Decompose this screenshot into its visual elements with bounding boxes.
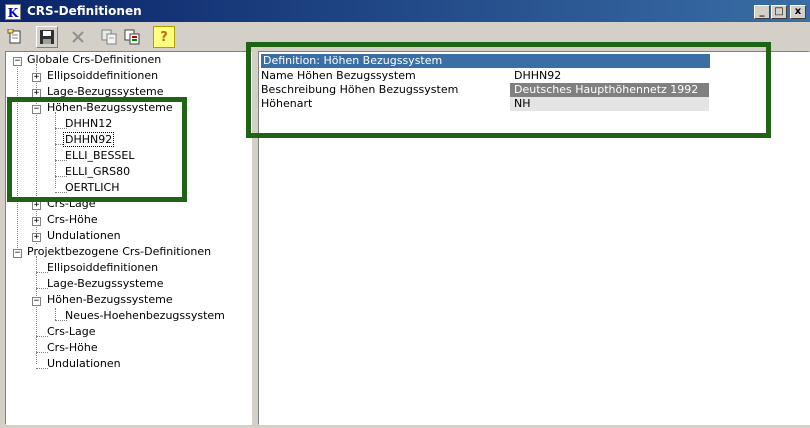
close-button[interactable]: x [790, 5, 806, 19]
tree-node-project-lage-bezugssysteme[interactable]: Lage-Bezugssysteme [46, 277, 165, 290]
tree-node-neues-hoehenbezugssystem[interactable]: Neues-Hoehenbezugssystem [64, 309, 226, 322]
new-icon [7, 29, 21, 44]
tree-node-project-crs-lage[interactable]: Crs-Lage [46, 325, 97, 338]
expand-icon[interactable]: + [32, 217, 41, 226]
collapse-icon[interactable]: − [13, 57, 22, 66]
help-button[interactable]: ? [153, 26, 175, 48]
expand-icon[interactable]: + [32, 73, 41, 82]
copy-icon [101, 29, 117, 45]
tree-node-project-ellipsoiddefinitionen[interactable]: Ellipsoiddefinitionen [46, 261, 159, 274]
tree-node-project-crs-hoehe[interactable]: Crs-Höhe [46, 341, 99, 354]
tree-node-project-undulationen[interactable]: Undulationen [46, 357, 122, 370]
tree-node-undulationen[interactable]: Undulationen [46, 229, 122, 242]
paste-button[interactable] [121, 26, 143, 48]
copy-button[interactable] [98, 26, 120, 48]
title-bar: K CRS-Definitionen _ □ x [0, 0, 810, 22]
highlight-outline-tree [7, 97, 187, 202]
expand-icon[interactable]: + [32, 233, 41, 242]
window-title: CRS-Definitionen [27, 4, 142, 18]
tree-node-crs-hoehe[interactable]: Crs-Höhe [46, 213, 99, 226]
collapse-icon[interactable]: − [13, 249, 22, 258]
expand-icon[interactable]: + [32, 201, 41, 210]
highlight-outline-definition [246, 42, 771, 138]
save-button[interactable] [36, 26, 58, 48]
tree-node-ellipsoiddefinitionen[interactable]: Ellipsoiddefinitionen [46, 69, 159, 82]
new-button[interactable] [4, 26, 26, 48]
minimize-button[interactable]: _ [754, 5, 770, 19]
tree-node-project-root[interactable]: Projektbezogene Crs-Definitionen [26, 245, 212, 258]
tree-line [55, 308, 56, 320]
app-icon: K [5, 4, 21, 20]
collapse-icon[interactable]: − [32, 297, 41, 306]
tree-node-global-root[interactable]: Globale Crs-Definitionen [26, 53, 162, 66]
delete-button[interactable] [67, 26, 89, 48]
delete-icon [72, 31, 84, 43]
help-icon: ? [160, 29, 168, 45]
tree-node-project-hoehen-bezugssysteme[interactable]: Höhen-Bezugssysteme [46, 293, 174, 306]
save-icon [40, 30, 54, 44]
maximize-button[interactable]: □ [771, 5, 787, 19]
paste-icon [124, 29, 140, 45]
